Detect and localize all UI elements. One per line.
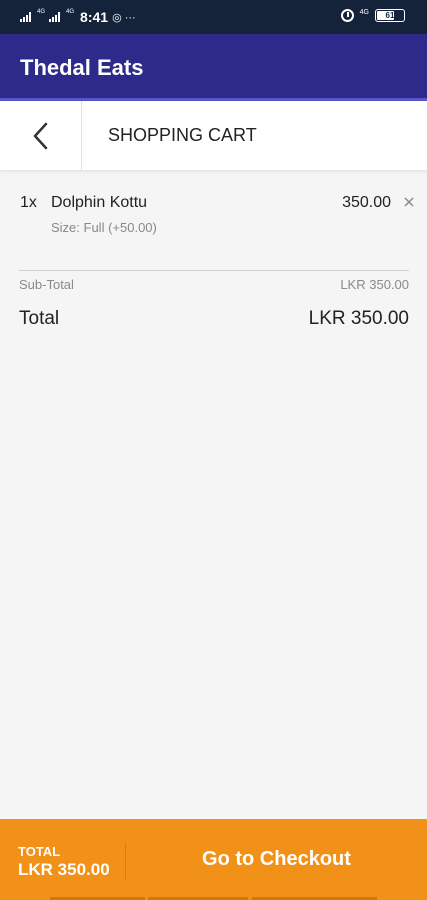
divider — [19, 270, 409, 271]
status-left: 4G 4G 8:41 ◎ ··· — [20, 9, 136, 25]
checkout-bar: TOTAL LKR 350.00 Go to Checkout — [0, 819, 427, 900]
app-bar: Thedal Eats — [0, 34, 427, 98]
battery-level: 61 — [385, 11, 395, 20]
item-size: Size: Full (+50.00) — [51, 220, 157, 235]
cart-item: 1x Dolphin Kottu Size: Full (+50.00) 350… — [20, 192, 415, 242]
status-bar: 4G 4G 8:41 ◎ ··· 4G 61 — [0, 0, 427, 34]
signal-icon — [20, 12, 31, 22]
page-title: SHOPPING CART — [108, 125, 257, 145]
item-name: Dolphin Kottu — [51, 194, 148, 211]
checkout-button[interactable]: Go to Checkout — [126, 819, 427, 900]
item-price: 350.00 — [342, 194, 391, 211]
cart-header: SHOPPING CART — [0, 101, 427, 171]
signal-label: 4G — [37, 9, 46, 15]
battery-icon: 61 — [375, 9, 405, 22]
total-label: Total — [19, 308, 60, 329]
close-icon[interactable] — [403, 196, 415, 208]
status-right: 4G 61 — [340, 9, 405, 22]
subtotal-value: LKR 350.00 — [340, 277, 409, 292]
app-title: Thedal Eats — [20, 55, 144, 80]
chevron-left-icon — [33, 122, 47, 150]
back-button[interactable] — [0, 101, 82, 171]
total-value: LKR 350.00 — [308, 308, 409, 329]
network-label: 4G — [359, 9, 369, 16]
footer-total-value: LKR 350.00 — [18, 860, 110, 879]
notification-icons: ◎ ··· — [112, 11, 136, 24]
subtotal-label: Sub-Total — [19, 277, 74, 292]
signal-icon — [49, 12, 61, 22]
signal-label: 4G — [66, 9, 75, 15]
item-quantity: 1x — [20, 194, 37, 211]
footer-total-label: TOTAL — [18, 844, 61, 859]
alarm-icon — [340, 9, 354, 22]
status-time: 8:41 — [80, 9, 109, 25]
